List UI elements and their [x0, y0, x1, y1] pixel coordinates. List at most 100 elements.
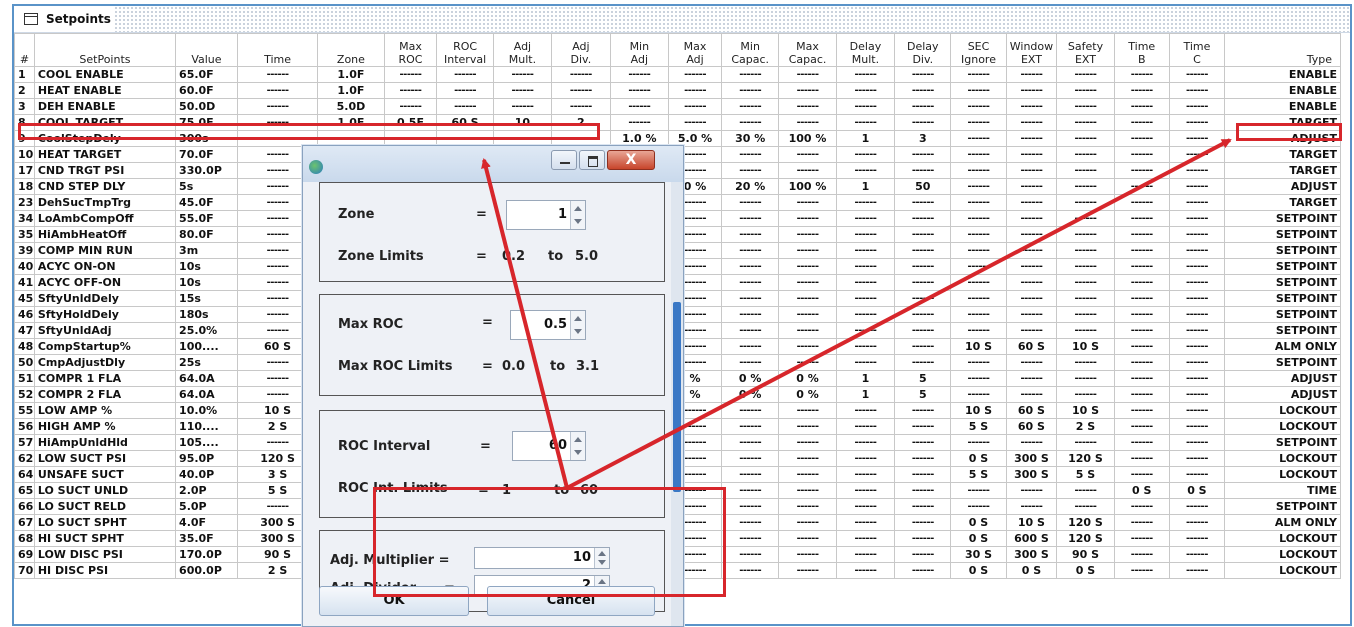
table-cell[interactable]: 0.5F — [383, 114, 438, 131]
table-cell[interactable]: TARGET — [1223, 162, 1342, 179]
table-cell[interactable]: ------ — [1113, 434, 1170, 451]
table-cell[interactable]: ------ — [720, 98, 780, 115]
table-cell[interactable]: ADJUST — [1223, 178, 1342, 195]
table-cell[interactable]: ------ — [236, 66, 319, 83]
table-cell[interactable]: ------ — [1056, 242, 1115, 259]
table-cell[interactable]: ------ — [950, 114, 1007, 131]
table-cell[interactable]: 70.0F — [175, 146, 238, 163]
table-cell[interactable]: 3 — [894, 130, 952, 147]
table-cell[interactable]: 10 S — [1056, 402, 1115, 419]
table-cell[interactable]: ------ — [835, 434, 896, 451]
table-cell[interactable]: ------ — [1168, 98, 1225, 115]
table-cell[interactable]: ------ — [778, 450, 837, 467]
table-cell[interactable]: ------ — [720, 194, 780, 211]
table-cell[interactable]: 120 S — [1056, 530, 1115, 547]
table-cell[interactable]: ------ — [1005, 162, 1058, 179]
table-cell[interactable]: ------ — [1113, 466, 1170, 483]
table-cell[interactable]: 330.0P — [175, 162, 238, 179]
table-cell[interactable]: ------ — [720, 66, 780, 83]
table-cell[interactable]: ------ — [1005, 82, 1058, 99]
column-header[interactable]: Type — [1223, 33, 1342, 67]
table-cell[interactable]: 67 — [14, 514, 35, 531]
table-cell[interactable]: ACYC OFF-ON — [33, 274, 177, 291]
table-cell[interactable]: ------ — [609, 98, 670, 115]
table-cell[interactable]: ------ — [1005, 386, 1058, 403]
table-cell[interactable]: ------ — [551, 82, 611, 99]
table-cell[interactable]: ------ — [835, 418, 896, 435]
table-cell[interactable]: ------ — [720, 146, 780, 163]
table-cell[interactable]: 5 — [894, 370, 952, 387]
table-cell[interactable]: ------ — [894, 242, 952, 259]
table-cell[interactable]: ------ — [1168, 338, 1225, 355]
table-cell[interactable]: COMPR 2 FLA — [33, 386, 177, 403]
table-cell[interactable]: CoolStepDely — [33, 130, 177, 147]
table-cell[interactable]: ADJUST — [1223, 386, 1342, 403]
table-cell[interactable]: 95.0P — [175, 450, 238, 467]
table-cell[interactable]: 56 — [14, 418, 35, 435]
table-cell[interactable]: ------ — [1005, 306, 1058, 323]
table-cell[interactable]: 9 — [14, 130, 35, 147]
table-cell[interactable]: 64.0A — [175, 386, 238, 403]
table-cell[interactable]: 1.0F — [317, 66, 385, 83]
table-cell[interactable]: 10 — [14, 146, 35, 163]
table-cell[interactable]: ------ — [1005, 210, 1058, 227]
table-cell[interactable]: 5.0P — [175, 498, 238, 515]
table-cell[interactable]: ------ — [950, 386, 1007, 403]
column-header[interactable]: Zone — [317, 33, 385, 67]
table-cell[interactable]: HIGH AMP % — [33, 418, 177, 435]
table-cell[interactable]: SftyUnldDely — [33, 290, 177, 307]
column-header[interactable]: SetPoints — [33, 33, 177, 67]
table-cell[interactable]: ------ — [835, 98, 896, 115]
table-cell[interactable]: ------ — [436, 98, 494, 115]
table-cell[interactable]: ------ — [1056, 434, 1115, 451]
table-cell[interactable]: ------ — [720, 530, 780, 547]
table-cell[interactable]: ------ — [778, 562, 837, 579]
table-cell[interactable]: ------ — [835, 258, 896, 275]
table-cell[interactable]: ------ — [720, 466, 780, 483]
table-cell[interactable]: HI DISC PSI — [33, 562, 177, 579]
table-cell[interactable]: 18 — [14, 178, 35, 195]
table-cell[interactable]: ------ — [1168, 386, 1225, 403]
table-cell[interactable]: 65.0F — [175, 66, 238, 83]
table-cell[interactable]: ------ — [1168, 546, 1225, 563]
table-cell[interactable]: ------ — [835, 466, 896, 483]
table-cell[interactable]: ------ — [894, 450, 952, 467]
table-cell[interactable]: ------ — [835, 562, 896, 579]
column-header[interactable]: Value — [175, 33, 238, 67]
table-cell[interactable]: ------ — [835, 82, 896, 99]
table-cell[interactable]: ------ — [950, 354, 1007, 371]
table-cell[interactable]: LoAmbCompOff — [33, 210, 177, 227]
table-cell[interactable]: 300 S — [1005, 450, 1058, 467]
table-cell[interactable]: ------ — [1056, 114, 1115, 131]
table-cell[interactable]: ------ — [1056, 386, 1115, 403]
table-cell[interactable]: 100 % — [778, 178, 837, 195]
table-cell[interactable]: ------ — [1113, 418, 1170, 435]
table-cell[interactable]: 0 S — [950, 514, 1007, 531]
table-cell[interactable]: 15s — [175, 290, 238, 307]
table-cell[interactable]: ------ — [236, 114, 319, 131]
table-cell[interactable]: ------ — [436, 82, 494, 99]
table-cell[interactable]: ------ — [778, 242, 837, 259]
table-cell[interactable]: ENABLE — [1223, 66, 1342, 83]
table-cell[interactable]: 0 S — [950, 530, 1007, 547]
table-cell[interactable]: SETPOINT — [1223, 498, 1342, 515]
table-cell[interactable]: 50 — [14, 354, 35, 371]
table-cell[interactable]: DEH ENABLE — [33, 98, 177, 115]
table-cell[interactable]: ------ — [778, 498, 837, 515]
table-cell[interactable]: LOCKOUT — [1223, 546, 1342, 563]
table-cell[interactable]: ------ — [668, 66, 722, 83]
table-cell[interactable]: 110.... — [175, 418, 238, 435]
table-cell[interactable]: 0 S — [1168, 482, 1225, 499]
table-cell[interactable]: ------ — [778, 306, 837, 323]
table-cell[interactable]: 48 — [14, 338, 35, 355]
table-cell[interactable]: ------ — [236, 98, 319, 115]
table-cell[interactable]: ------ — [1056, 370, 1115, 387]
table-cell[interactable]: ------ — [894, 530, 952, 547]
table-cell[interactable]: ------ — [1168, 258, 1225, 275]
table-cell[interactable]: ------ — [778, 546, 837, 563]
table-cell[interactable]: 1 — [835, 178, 896, 195]
column-header[interactable]: Time B — [1113, 33, 1170, 67]
table-cell[interactable]: ------ — [720, 498, 780, 515]
table-cell[interactable]: ------ — [1113, 322, 1170, 339]
table-cell[interactable]: 60 S — [1005, 402, 1058, 419]
